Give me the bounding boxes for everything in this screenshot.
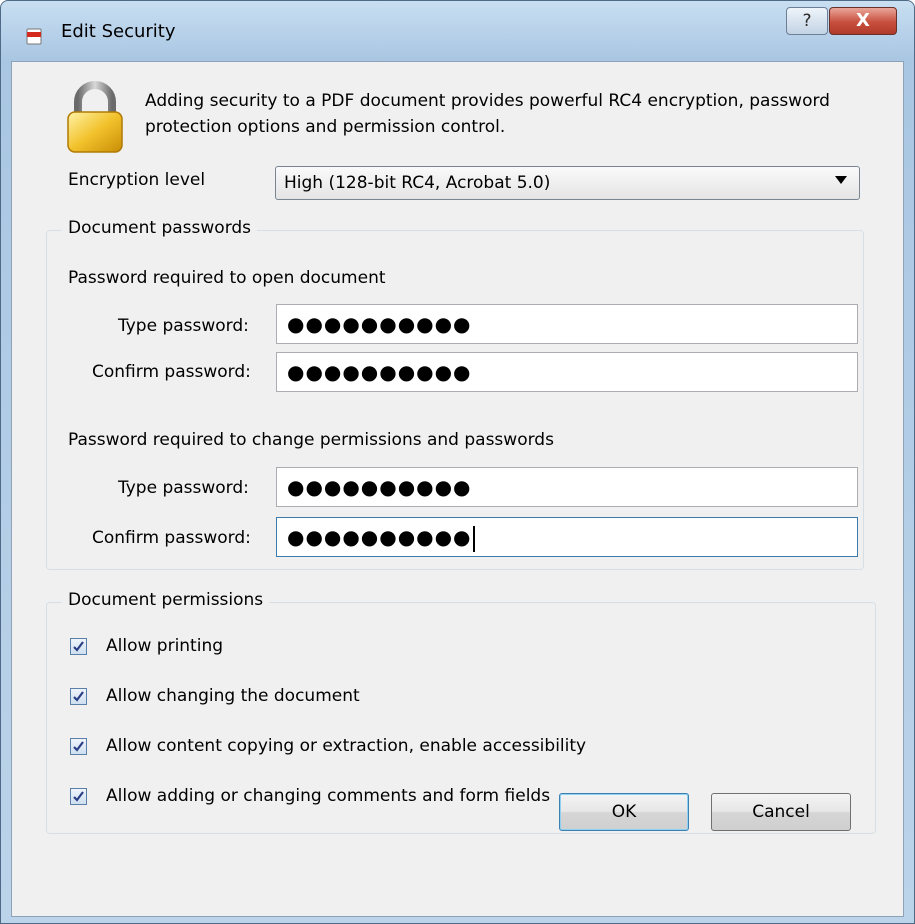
dialog-body: Adding security to a PDF document provid… <box>11 61 904 917</box>
intro-text: Adding security to a PDF document provid… <box>145 91 830 137</box>
checkbox[interactable] <box>70 788 87 805</box>
encryption-level-label: Encryption level <box>68 170 206 190</box>
checkmark-icon <box>73 691 84 702</box>
encryption-level-select[interactable]: High (128-bit RC4, Acrobat 5.0) <box>275 166 860 200</box>
chevron-down-icon <box>835 176 847 184</box>
permission-label: Allow content copying or extraction, ena… <box>106 736 587 756</box>
checkmark-icon <box>73 641 84 652</box>
edit-security-dialog: Edit Security ? X Adding security to a P… <box>0 0 915 924</box>
document-permissions-title: Document permissions <box>62 590 270 610</box>
checkbox[interactable] <box>70 638 87 655</box>
padlock-icon <box>65 80 125 154</box>
open-type-password-label: Type password: <box>118 316 249 336</box>
open-type-password-input[interactable]: ●●●●●●●●●● <box>276 304 858 344</box>
open-password-heading: Password required to open document <box>68 268 386 288</box>
perm-confirm-password-label: Confirm password: <box>92 528 251 548</box>
text-caret <box>472 525 475 552</box>
checkbox[interactable] <box>70 738 87 755</box>
title-bar[interactable]: Edit Security ? X <box>1 1 914 61</box>
permission-label: Allow changing the document <box>106 686 360 706</box>
checkmark-icon <box>73 791 84 802</box>
document-passwords-title: Document passwords <box>62 218 258 238</box>
perm-confirm-password-value: ●●●●●●●●●● <box>287 525 472 549</box>
encryption-level-value: High (128-bit RC4, Acrobat 5.0) <box>284 173 551 193</box>
close-icon: X <box>856 10 870 31</box>
permission-label: Allow printing <box>106 636 224 656</box>
pdf-app-icon <box>25 27 43 45</box>
help-button[interactable]: ? <box>786 7 828 35</box>
open-confirm-password-input[interactable]: ●●●●●●●●●● <box>276 352 858 392</box>
close-button[interactable]: X <box>829 7 897 35</box>
open-confirm-password-label: Confirm password: <box>92 362 251 382</box>
ok-button[interactable]: OK <box>559 793 689 831</box>
permissions-password-heading: Password required to change permissions … <box>68 430 554 450</box>
perm-type-password-label: Type password: <box>118 478 249 498</box>
checkmark-icon <box>73 741 84 752</box>
help-icon: ? <box>802 11 812 31</box>
perm-confirm-password-input[interactable]: ●●●●●●●●●● <box>276 517 858 557</box>
checkbox[interactable] <box>70 688 87 705</box>
window-title: Edit Security <box>61 21 176 42</box>
permission-label: Allow adding or changing comments and fo… <box>106 786 551 806</box>
cancel-button[interactable]: Cancel <box>711 793 851 831</box>
perm-type-password-input[interactable]: ●●●●●●●●●● <box>276 467 858 507</box>
